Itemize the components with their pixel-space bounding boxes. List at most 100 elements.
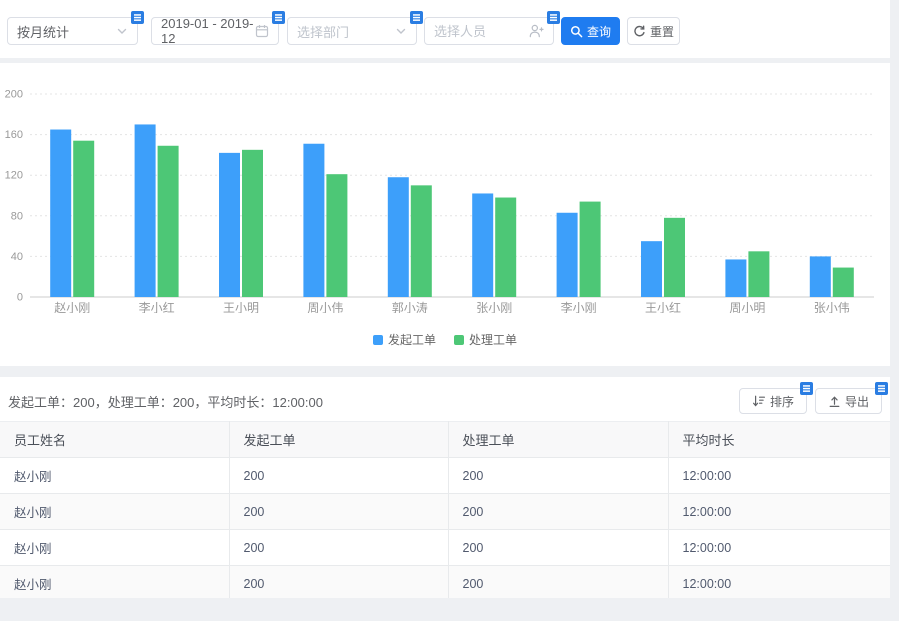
bar-发起工单[interactable] bbox=[303, 144, 324, 297]
export-icon bbox=[828, 395, 841, 408]
table-cell: 赵小刚 bbox=[0, 530, 229, 566]
table-cell: 200 bbox=[448, 530, 668, 566]
bar-处理工单[interactable] bbox=[748, 251, 769, 297]
bar-发起工单[interactable] bbox=[388, 177, 409, 297]
search-icon bbox=[570, 25, 583, 38]
legend-swatch-green-icon bbox=[454, 335, 464, 345]
y-axis-tick-label: 80 bbox=[11, 210, 23, 222]
table-cell: 赵小刚 bbox=[0, 494, 229, 530]
annotation-badge-icon[interactable] bbox=[410, 11, 423, 24]
sort-button-label: 排序 bbox=[770, 393, 794, 410]
page: 按月统计 2019-01 - 2019-12 选择部门 bbox=[0, 0, 899, 621]
x-axis-category-label: 王小红 bbox=[645, 300, 681, 313]
bar-发起工单[interactable] bbox=[641, 241, 662, 297]
bar-发起工单[interactable] bbox=[557, 213, 578, 297]
period-select-value: 按月统计 bbox=[17, 22, 116, 41]
summary-text: 发起工单：200，处理工单：200，平均时长：12:00:00 bbox=[8, 392, 323, 411]
table-cell: 赵小刚 bbox=[0, 566, 229, 599]
bar-处理工单[interactable] bbox=[664, 218, 685, 297]
sort-button[interactable]: 排序 bbox=[739, 388, 807, 414]
table-column-header: 发起工单 bbox=[229, 422, 448, 458]
table-row[interactable]: 赵小刚20020012:00:00 bbox=[0, 566, 890, 599]
table-cell: 200 bbox=[229, 530, 448, 566]
chart-panel: 04080120160200赵小刚李小红王小明周小伟郭小涛张小刚李小刚王小红周小… bbox=[0, 63, 890, 366]
y-axis-tick-label: 200 bbox=[5, 89, 23, 101]
bar-发起工单[interactable] bbox=[725, 259, 746, 297]
chart-legend: 发起工单 处理工单 bbox=[0, 331, 890, 348]
query-button[interactable]: 查询 bbox=[561, 17, 620, 45]
summary-row: 发起工单：200，处理工单：200，平均时长：12:00:00 排序 bbox=[0, 377, 890, 421]
export-button-label: 导出 bbox=[845, 393, 869, 410]
bar-处理工单[interactable] bbox=[158, 146, 179, 297]
bar-处理工单[interactable] bbox=[73, 141, 94, 297]
query-button-label: 查询 bbox=[587, 23, 611, 40]
calendar-icon bbox=[255, 24, 269, 38]
bar-发起工单[interactable] bbox=[472, 193, 493, 297]
table-cell: 200 bbox=[448, 566, 668, 599]
table-cell: 200 bbox=[229, 458, 448, 494]
reset-button[interactable]: 重置 bbox=[627, 17, 680, 45]
table-row[interactable]: 赵小刚20020012:00:00 bbox=[0, 458, 890, 494]
person-input[interactable] bbox=[434, 24, 528, 39]
chevron-down-icon bbox=[395, 25, 407, 37]
department-select[interactable]: 选择部门 bbox=[287, 17, 417, 45]
x-axis-category-label: 李小红 bbox=[139, 300, 175, 313]
table-panel: 发起工单：200，处理工单：200，平均时长：12:00:00 排序 bbox=[0, 377, 890, 598]
table-cell: 12:00:00 bbox=[668, 566, 890, 599]
bar-发起工单[interactable] bbox=[135, 124, 156, 297]
x-axis-category-label: 李小刚 bbox=[561, 300, 597, 313]
annotation-badge-icon[interactable] bbox=[131, 11, 144, 24]
chevron-down-icon bbox=[116, 25, 128, 37]
annotation-badge-icon[interactable] bbox=[547, 11, 560, 24]
bar-发起工单[interactable] bbox=[810, 256, 831, 297]
x-axis-category-label: 张小伟 bbox=[814, 301, 850, 313]
person-add-icon bbox=[528, 23, 544, 39]
reset-button-label: 重置 bbox=[650, 23, 674, 40]
employee-table: 员工姓名发起工单处理工单平均时长 赵小刚20020012:00:00赵小刚200… bbox=[0, 421, 890, 598]
legend-swatch-blue-icon bbox=[373, 335, 383, 345]
date-range-value: 2019-01 - 2019-12 bbox=[161, 16, 255, 46]
bar-处理工单[interactable] bbox=[495, 198, 516, 297]
legend-label: 发起工单 bbox=[388, 331, 436, 348]
bar-处理工单[interactable] bbox=[242, 150, 263, 297]
bar-处理工单[interactable] bbox=[833, 268, 854, 297]
annotation-badge-icon[interactable] bbox=[875, 382, 888, 395]
y-axis-tick-label: 160 bbox=[5, 129, 23, 141]
y-axis-tick-label: 40 bbox=[11, 251, 23, 263]
table-cell: 200 bbox=[448, 458, 668, 494]
filter-toolbar: 按月统计 2019-01 - 2019-12 选择部门 bbox=[0, 0, 890, 58]
export-button[interactable]: 导出 bbox=[815, 388, 882, 414]
x-axis-category-label: 张小刚 bbox=[476, 301, 512, 313]
annotation-badge-icon[interactable] bbox=[800, 382, 813, 395]
x-axis-category-label: 赵小刚 bbox=[54, 301, 90, 313]
y-axis-tick-label: 120 bbox=[5, 170, 23, 182]
person-input-wrap bbox=[424, 17, 554, 45]
table-header: 员工姓名发起工单处理工单平均时长 bbox=[0, 422, 890, 458]
table-actions: 排序 导出 bbox=[739, 388, 882, 414]
table-cell: 12:00:00 bbox=[668, 494, 890, 530]
x-axis-category-label: 王小明 bbox=[223, 301, 259, 313]
bar-发起工单[interactable] bbox=[219, 153, 240, 297]
table-row[interactable]: 赵小刚20020012:00:00 bbox=[0, 530, 890, 566]
department-select-placeholder: 选择部门 bbox=[297, 22, 395, 41]
legend-item-handled[interactable]: 处理工单 bbox=[454, 331, 517, 348]
date-range-picker[interactable]: 2019-01 - 2019-12 bbox=[151, 17, 279, 45]
legend-label: 处理工单 bbox=[469, 331, 517, 348]
table-cell: 12:00:00 bbox=[668, 458, 890, 494]
sort-icon bbox=[752, 394, 766, 408]
bar-处理工单[interactable] bbox=[326, 174, 347, 297]
table-column-header: 员工姓名 bbox=[0, 422, 229, 458]
bar-发起工单[interactable] bbox=[50, 130, 71, 297]
period-select[interactable]: 按月统计 bbox=[7, 17, 138, 45]
refresh-icon bbox=[633, 25, 646, 38]
bar-处理工单[interactable] bbox=[580, 202, 601, 297]
x-axis-category-label: 周小明 bbox=[729, 301, 765, 313]
y-axis-tick-label: 0 bbox=[17, 292, 23, 304]
legend-item-initiated[interactable]: 发起工单 bbox=[373, 331, 436, 348]
table-column-header: 平均时长 bbox=[668, 422, 890, 458]
annotation-badge-icon[interactable] bbox=[272, 11, 285, 24]
table-column-header: 处理工单 bbox=[448, 422, 668, 458]
bar-处理工单[interactable] bbox=[411, 185, 432, 297]
table-row[interactable]: 赵小刚20020012:00:00 bbox=[0, 494, 890, 530]
x-axis-category-label: 周小伟 bbox=[307, 301, 343, 313]
